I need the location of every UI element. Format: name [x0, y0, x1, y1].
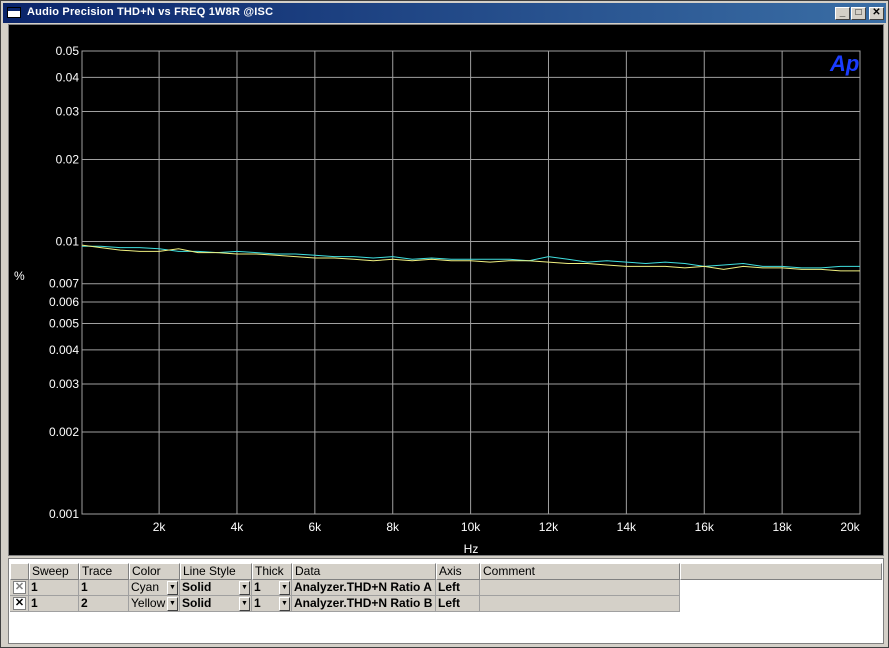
row-enable-checkbox[interactable]: ✕	[13, 581, 26, 594]
col-trace[interactable]: Trace	[79, 563, 129, 580]
cell-trace[interactable]: 1	[79, 580, 129, 596]
x-tick-label: 8k	[386, 520, 400, 534]
close-button[interactable]: ✕	[869, 7, 884, 20]
line-style-dropdown-button[interactable]: ▼	[239, 597, 250, 611]
title-bar[interactable]: Audio Precision THD+N vs FREQ 1W8R @ISC …	[3, 3, 886, 23]
row-enable-checkbox[interactable]: ✕	[13, 597, 26, 610]
y-tick-label: 0.05	[56, 44, 80, 58]
cell-data[interactable]: Analyzer.THD+N Ratio A	[292, 580, 436, 596]
x-tick-label: 18k	[772, 520, 792, 534]
col-color[interactable]: Color	[129, 563, 180, 580]
y-tick-label: 0.005	[49, 317, 79, 331]
cell-data[interactable]: Analyzer.THD+N Ratio B	[292, 596, 436, 612]
cell-trace[interactable]: 2	[79, 596, 129, 612]
col-sweep[interactable]: Sweep	[29, 563, 79, 580]
x-tick-label: 14k	[617, 520, 637, 534]
x-tick-label: 20k	[840, 520, 860, 534]
col-axis[interactable]: Axis	[436, 563, 480, 580]
col-data[interactable]: Data	[292, 563, 436, 580]
y-axis-label: %	[14, 269, 25, 283]
y-tick-label: 0.006	[49, 295, 79, 309]
y-tick-label: 0.004	[49, 343, 79, 357]
maximize-button[interactable]: □	[851, 7, 866, 20]
y-tick-label: 0.03	[56, 104, 80, 118]
cell-axis[interactable]: Left	[436, 596, 480, 612]
line-style-dropdown-button[interactable]: ▼	[239, 581, 250, 595]
cell-sweep[interactable]: 1	[29, 596, 79, 612]
ap-logo: Ap	[829, 51, 859, 76]
color-dropdown-button[interactable]: ▼	[167, 581, 178, 595]
cell-comment[interactable]	[480, 596, 680, 612]
y-tick-label: 0.003	[49, 377, 79, 391]
trace-table: Sweep Trace Color Line Style Thick Data …	[8, 558, 884, 644]
x-tick-label: 10k	[461, 520, 481, 534]
color-dropdown-button[interactable]: ▼	[167, 597, 178, 611]
table-corner	[10, 563, 29, 580]
app-window: Audio Precision THD+N vs FREQ 1W8R @ISC …	[0, 0, 889, 648]
col-filler	[680, 563, 882, 580]
window-title: Audio Precision THD+N vs FREQ 1W8R @ISC	[27, 6, 274, 18]
y-tick-label: 0.002	[49, 425, 79, 439]
thick-dropdown-button[interactable]: ▼	[279, 597, 290, 611]
cell-comment[interactable]	[480, 580, 680, 596]
cell-sweep[interactable]: 1	[29, 580, 79, 596]
thick-dropdown-button[interactable]: ▼	[279, 581, 290, 595]
x-axis-label: Hz	[464, 542, 479, 555]
y-tick-label: 0.001	[49, 507, 79, 521]
col-line-style[interactable]: Line Style	[180, 563, 252, 580]
cell-axis[interactable]: Left	[436, 580, 480, 596]
graph-panel: 2k 4k 6k 8k 10k 12k 14k 16k 18k 20k 0.05 0.04 0.03 0.…	[8, 24, 884, 556]
col-comment[interactable]: Comment	[480, 563, 680, 580]
x-tick-label: 4k	[231, 520, 245, 534]
thdn-chart: 2k 4k 6k 8k 10k 12k 14k 16k 18k 20k 0.05 0.04 0.03 0.…	[14, 44, 861, 555]
x-tick-label: 16k	[695, 520, 715, 534]
col-thick[interactable]: Thick	[252, 563, 292, 580]
y-tick-label: 0.02	[56, 152, 80, 166]
minimize-button[interactable]: _	[835, 7, 850, 20]
window-icon[interactable]	[7, 7, 21, 18]
y-tick-label: 0.01	[56, 234, 80, 248]
y-tick-label: 0.04	[56, 70, 80, 84]
x-tick-label: 12k	[539, 520, 559, 534]
x-tick-label: 2k	[153, 520, 167, 534]
y-tick-label: 0.007	[49, 277, 79, 291]
x-tick-label: 6k	[309, 520, 323, 534]
